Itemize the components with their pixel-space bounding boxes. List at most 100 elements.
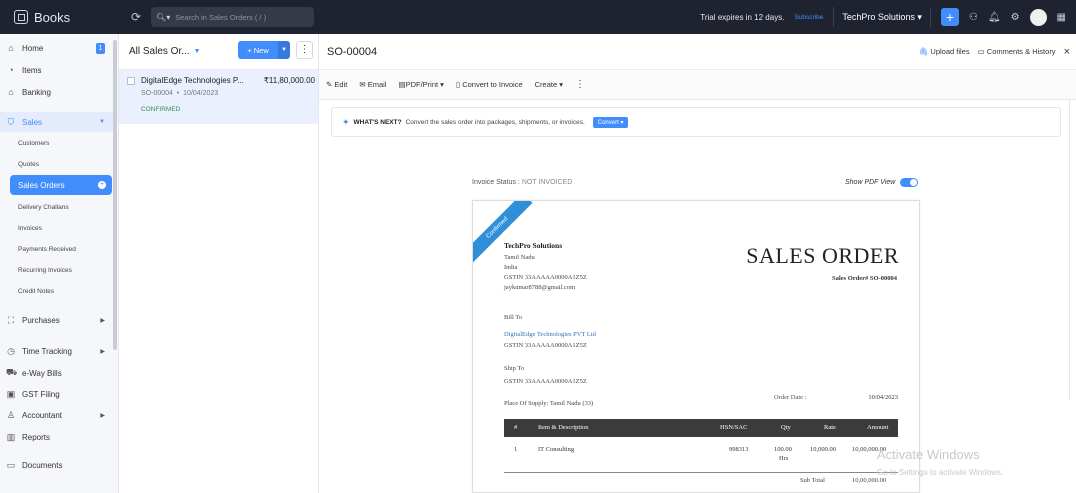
- sidebar-item-label: Recurring Invoices: [18, 266, 72, 274]
- create-button[interactable]: Create ▾: [535, 80, 563, 89]
- quick-create-button[interactable]: +: [940, 8, 959, 26]
- sidebar-item-label: Quotes: [18, 160, 39, 168]
- order-date-value: 10/04/2023: [868, 394, 898, 401]
- sidebar-item-label: Documents: [22, 460, 63, 470]
- sidebar-item-payments-received[interactable]: Payments Received: [0, 239, 115, 259]
- edit-button[interactable]: ✎ Edit: [326, 80, 347, 89]
- email-button[interactable]: ✉ Email: [359, 80, 386, 89]
- comments-label: Comments & History: [986, 47, 1056, 56]
- bar-chart-icon: ▥: [6, 431, 16, 442]
- items-icon: ◔: [8, 65, 14, 75]
- invoice-status-value: NOT INVOICED: [521, 179, 573, 186]
- company-country: India: [504, 264, 518, 271]
- email-label: Email: [367, 80, 387, 89]
- sidebar-item-recurring-invoices[interactable]: Recurring Invoices: [0, 260, 115, 280]
- create-label: Create: [534, 80, 558, 89]
- close-icon[interactable]: ×: [1064, 46, 1070, 58]
- more-options-icon[interactable]: ⋮: [575, 79, 585, 90]
- sidebar-item-purchases[interactable]: ⛶ Purchases ▶: [0, 310, 115, 330]
- col-header: Qty: [781, 424, 791, 431]
- header-actions: 🖇︎ Upload files ▭ Comments & History ×: [919, 46, 1076, 58]
- whats-next-text: Convert the sales order into packages, s…: [405, 118, 585, 126]
- pdf-label: PDF/Print: [405, 80, 439, 89]
- sidebar-item-invoices[interactable]: Invoices: [0, 218, 115, 238]
- pdf-print-button[interactable]: ▤PDF/Print ▾: [398, 80, 443, 89]
- company-state: Tamil Nadu: [504, 254, 535, 261]
- sidebar-scrollbar[interactable]: [113, 40, 117, 350]
- order-date-label: Order Date :: [774, 394, 807, 401]
- chevron-down-icon: ▼: [193, 48, 201, 55]
- sidebar-item-items[interactable]: ◔ Items: [0, 60, 115, 80]
- col-header: HSN/SAC: [720, 424, 748, 431]
- subscribe-link[interactable]: Subscribe: [794, 14, 823, 21]
- sidebar-item-home[interactable]: ⌂ Home 1: [0, 38, 115, 58]
- invoice-status-label: Invoice Status :: [472, 179, 520, 186]
- detail-scrollbar[interactable]: [1069, 100, 1076, 400]
- cell-unit: Hrs: [779, 455, 789, 462]
- sidebar-item-sales[interactable]: ⛉ Sales ▼: [0, 112, 115, 132]
- convert-to-invoice-button[interactable]: ▯ Convert to Invoice: [456, 80, 523, 89]
- paperclip-icon: 🖇︎: [918, 47, 929, 56]
- add-sales-order-icon[interactable]: +: [98, 181, 106, 189]
- gear-icon[interactable]: ⚙: [1011, 12, 1020, 23]
- activate-windows-text: Go to Settings to activate Windows.: [877, 468, 1004, 477]
- sidebar-item-label: Sales Orders: [18, 180, 65, 190]
- sidebar-item-gst-filing[interactable]: ▣ GST Filing: [0, 384, 115, 404]
- col-header: Rate: [824, 424, 836, 431]
- sidebar-item-sales-orders[interactable]: Sales Orders +: [10, 175, 112, 195]
- convert-label: Convert: [597, 119, 619, 126]
- top-bar: Books ⟳ 🔍︎▾ Search in Sales Orders ( / )…: [0, 0, 1076, 34]
- sidebar: ⌂ Home 1 ◔ Items ⌂ Banking ⛉ Sales ▼ Customers…: [0, 34, 119, 493]
- search-input[interactable]: 🔍︎▾ Search in Sales Orders ( / ): [151, 7, 315, 27]
- org-switcher[interactable]: TechPro Solutions ▾: [833, 7, 931, 27]
- sidebar-item-documents[interactable]: ▭ Documents: [0, 455, 115, 475]
- sidebar-item-eway-bills[interactable]: ⛟ e-Way Bills: [0, 363, 115, 383]
- new-dropdown-button[interactable]: ▼: [278, 41, 290, 59]
- table-divider: [504, 472, 898, 473]
- bill-to-name: DigitalEdge Technologies PVT Ltd: [504, 331, 596, 338]
- document-icon: ▯: [455, 80, 461, 89]
- sidebar-item-time-tracking[interactable]: ◷ Time Tracking ▶: [0, 341, 115, 361]
- new-button-group: + New ▼: [238, 41, 290, 59]
- avatar[interactable]: [1029, 8, 1047, 26]
- pdf-view-toggle[interactable]: [900, 178, 919, 187]
- cell-num: 1: [514, 446, 518, 453]
- users-icon[interactable]: ⚇: [969, 12, 978, 23]
- col-header: #: [514, 424, 518, 431]
- app-brand[interactable]: Books: [0, 0, 119, 34]
- convert-button[interactable]: Convert ▾: [592, 116, 629, 128]
- upload-files-link[interactable]: 🖇︎ Upload files: [919, 47, 970, 56]
- sidebar-item-label: Credit Notes: [18, 287, 55, 295]
- page-title: SO-00004: [327, 45, 378, 58]
- row-checkbox[interactable]: [127, 77, 135, 85]
- sidebar-item-credit-notes[interactable]: Credit Notes: [0, 281, 115, 301]
- sidebar-item-accountant[interactable]: ♙ Accountant ▶: [0, 405, 115, 425]
- sidebar-item-customers[interactable]: Customers: [0, 133, 115, 153]
- more-options-button[interactable]: ⋮: [296, 41, 313, 59]
- bag-icon: ⛶: [7, 314, 15, 325]
- comments-history-link[interactable]: ▭ Comments & History: [978, 47, 1056, 56]
- list-item[interactable]: DigitalEdge Technologies P... ₹11,80,000…: [119, 70, 318, 124]
- apps-grid-icon[interactable]: ▦: [1057, 12, 1066, 23]
- order-meta: SO-00004 • 10/04/2023: [141, 90, 219, 97]
- cell-item: IT Consulting: [538, 446, 575, 453]
- sidebar-item-banking[interactable]: ⌂ Banking: [0, 82, 115, 102]
- sidebar-item-quotes[interactable]: Quotes: [0, 154, 115, 174]
- document-so-number: Sales Order# SO-00004: [832, 275, 897, 282]
- activate-windows-title: Activate Windows: [877, 447, 980, 462]
- books-logo-icon: [14, 10, 28, 24]
- pdf-view-toggle-group: Show PDF View: [845, 178, 919, 187]
- sparkle-icon: ✦: [342, 116, 350, 127]
- search-icon[interactable]: 🔍︎▾: [156, 13, 170, 22]
- refresh-icon[interactable]: ⟳: [131, 10, 141, 24]
- sidebar-item-reports[interactable]: ▥ Reports: [0, 427, 115, 447]
- sidebar-item-label: Invoices: [18, 224, 42, 232]
- sidebar-item-label: Sales: [22, 117, 43, 127]
- cell-hsn: 998313: [729, 446, 749, 453]
- new-button[interactable]: + New: [238, 41, 278, 59]
- sidebar-item-delivery-challans[interactable]: Delivery Challans: [0, 197, 115, 217]
- sidebar-item-label: Accountant: [22, 410, 63, 420]
- chevron-right-icon: ▶: [100, 412, 105, 419]
- bell-icon[interactable]: 🔔︎: [988, 12, 1001, 23]
- ship-to-gstin: GSTIN 33AAAAA0000A1Z5Z: [504, 378, 587, 385]
